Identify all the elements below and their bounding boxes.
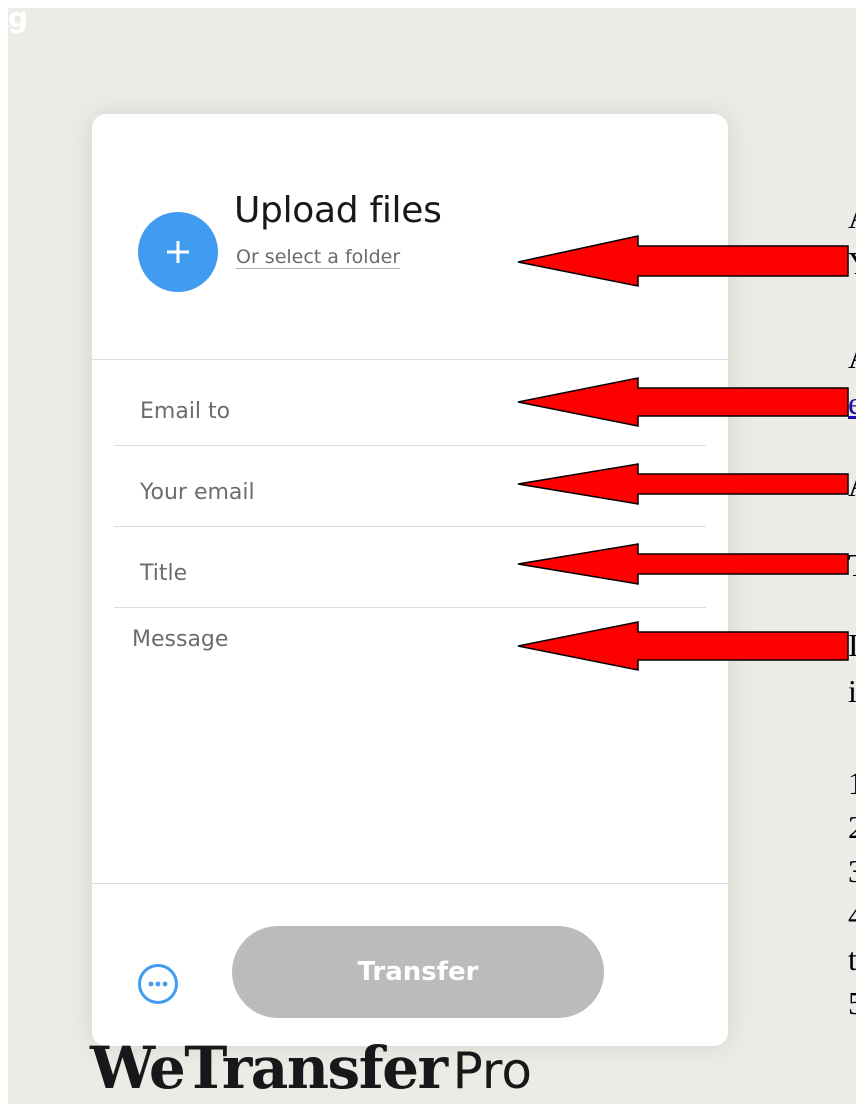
annotation-text: Y <box>848 244 856 282</box>
annotation-text: 1 <box>848 765 856 801</box>
annotation-text: 2 <box>848 809 856 845</box>
arrow-message <box>517 621 849 671</box>
app-screen: g Upload files Or select a folder Email … <box>8 8 856 1104</box>
annotation-text: A <box>848 198 856 236</box>
arrow-title <box>517 543 849 585</box>
annotation-text: 3 <box>848 853 856 889</box>
arrow-your-email <box>517 463 849 505</box>
annotation-text: t <box>848 941 856 977</box>
arrow-upload <box>517 235 849 287</box>
annotation-text: 4 <box>848 897 856 933</box>
annotation-text: 5 <box>848 985 856 1021</box>
annotation-link[interactable]: e <box>848 384 856 422</box>
annotation-text: I <box>848 627 856 663</box>
arrow-email-to <box>517 377 849 427</box>
annotation-text: i <box>848 673 856 709</box>
annotation-arrows <box>517 235 849 671</box>
annotation-text: A <box>848 338 856 376</box>
annotation-text: T <box>848 546 856 584</box>
annotation-text: A <box>848 466 856 504</box>
